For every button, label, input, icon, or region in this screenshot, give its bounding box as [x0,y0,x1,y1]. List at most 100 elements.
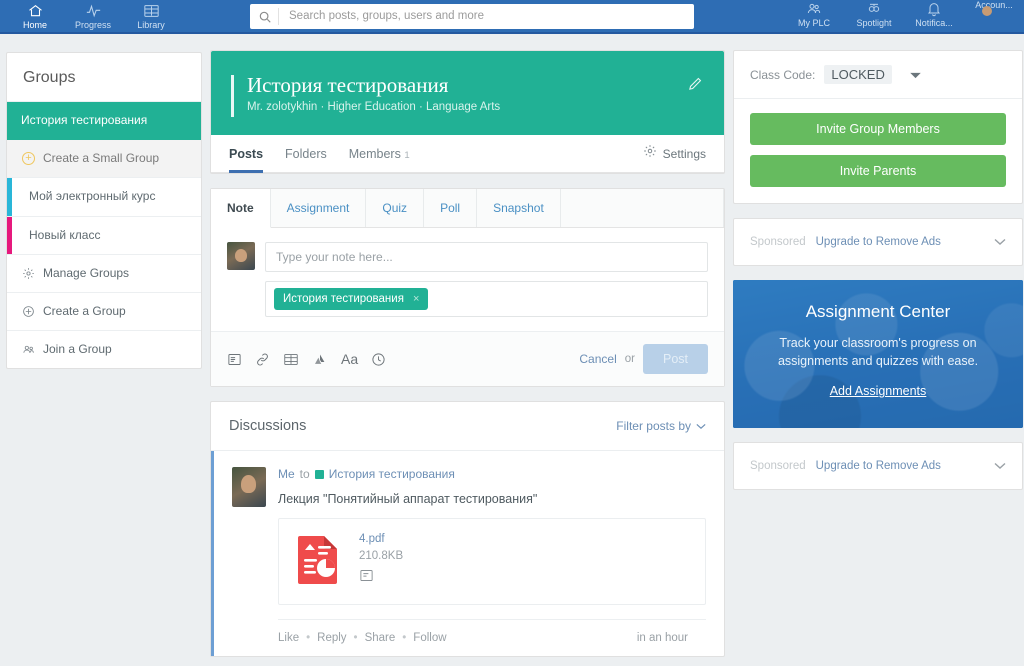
assignment-center-promo[interactable]: Assignment Center Track your classroom's… [733,280,1023,428]
schedule-clock-icon[interactable] [371,352,386,367]
plus-outline-icon [21,305,36,318]
right-sidebar: Class Code: LOCKED Invite Group Members … [733,50,1023,490]
sidebar-item-istoriya-testirovaniya[interactable]: История тестирования [7,102,201,141]
sponsored-banner-top: Sponsored Upgrade to Remove Ads [733,218,1023,266]
google-drive-icon[interactable] [312,352,328,367]
group-color-stripe-cyan [7,178,12,216]
chevron-down-icon [696,419,706,433]
discussions-title: Discussions [229,418,307,435]
composer-tab-filler [560,189,724,228]
nav-item-home[interactable]: Home [6,2,64,30]
sidebar-item-label: Create a Small Group [43,151,160,166]
composer-tab-snapshot[interactable]: Snapshot [477,189,561,228]
tab-posts[interactable]: Posts [229,135,264,173]
chevron-down-icon[interactable] [994,233,1006,251]
reply-button[interactable]: Reply [317,632,346,644]
composer-tab-assignment[interactable]: Assignment [270,189,367,228]
search-input[interactable] [278,8,686,25]
sidebar-item-moy-elektronnyy-kurs[interactable]: Мой электронный курс [7,178,201,217]
upgrade-remove-ads-link[interactable]: Upgrade to Remove Ads [816,460,941,472]
composer-tab-poll[interactable]: Poll [424,189,478,228]
close-icon[interactable]: × [413,293,419,305]
progress-icon [64,3,122,20]
group-tab-bar: Posts Folders Members 1 Settings [211,135,724,174]
group-tag-chip-label: История тестирования [283,293,404,306]
composer-tab-snapshot-label: Snapshot [493,201,544,216]
group-color-stripe-pink [7,216,12,254]
composer-tab-quiz[interactable]: Quiz [366,189,425,228]
add-assignments-link[interactable]: Add Assignments [830,384,927,398]
document-icon[interactable] [359,568,403,588]
invite-group-members-button[interactable]: Invite Group Members [750,113,1006,145]
avatar [227,242,255,271]
note-input[interactable] [265,242,708,273]
sidebar-item-label: Create a Group [43,303,126,318]
share-button[interactable]: Share [365,632,396,644]
settings-button[interactable]: Settings [643,135,706,173]
nav-item-notifications[interactable]: Notifica... [904,0,964,28]
tab-members-count: 1 [404,149,410,161]
class-code-value: LOCKED [824,65,892,84]
filter-posts-label: Filter posts by [616,419,691,434]
chevron-down-icon[interactable] [994,457,1006,475]
discussion-post: Me to История тестирования Лекция "Понят… [211,451,724,657]
group-header-banner: История тестирования Mr. zolotykhin · Hi… [211,51,724,136]
caret-down-icon[interactable] [910,66,921,84]
sidebar-item-create-a-group[interactable]: Create a Group [7,293,201,332]
composer-tab-note[interactable]: Note [211,189,271,229]
nav-item-spotlight[interactable]: Spotlight [844,0,904,28]
sidebar-item-join-a-group[interactable]: Join a Group [7,331,201,368]
pencil-icon[interactable] [687,75,704,97]
page-body: Groups История тестирования + Create a S… [0,36,1024,666]
post-actions: Like • Reply • Share • Follow in an hour [278,619,706,656]
promo-subtitle: Track your classroom's progress on assig… [777,336,979,369]
nav-item-my-plc[interactable]: My PLC [784,0,844,28]
nav-item-account-label: Accoun... [975,0,1013,10]
post-timestamp: in an hour [636,632,688,645]
text-format-icon[interactable]: Aa [341,352,358,366]
post-attachment[interactable]: 4.pdf 210.8KB [278,518,706,606]
pdf-file-icon [295,533,341,590]
search-bar[interactable] [250,4,694,29]
nav-item-library[interactable]: Library [122,2,180,30]
promo-title: Assignment Center [805,302,951,321]
group-subtitle: Mr. zolotykhin · Higher Education · Lang… [247,101,501,114]
follow-button[interactable]: Follow [413,632,446,644]
group-tag-chip[interactable]: История тестирования × [274,288,429,311]
group-color-square-icon [314,469,324,479]
attach-file-icon[interactable] [227,352,242,367]
class-code-card: Class Code: LOCKED Invite Group Members … [733,50,1023,204]
post-meta: Me to История тестирования [278,467,706,481]
post-author[interactable]: Me [278,467,295,481]
nav-item-progress[interactable]: Progress [64,2,122,30]
tab-members[interactable]: Members 1 [349,135,410,173]
tag-field[interactable]: История тестирования × [265,281,708,318]
like-button[interactable]: Like [278,632,299,644]
discussions-header: Discussions Filter posts by [211,402,724,452]
composer-tab-poll-label: Poll [440,201,461,216]
composer-tool-icons: Aa [227,352,386,367]
library-icon[interactable] [283,352,299,367]
sidebar-item-create-small-group[interactable]: + Create a Small Group [7,140,201,179]
nav-item-account[interactable]: Accoun... [964,0,1024,10]
sidebar-item-label: Мой электронный курс [29,189,156,204]
sponsored-banner-bottom: Sponsored Upgrade to Remove Ads [733,442,1023,490]
library-icon [122,3,180,20]
filter-posts-dropdown[interactable]: Filter posts by [616,419,706,433]
post-button[interactable]: Post [642,344,708,375]
cancel-button[interactable]: Cancel [579,352,616,366]
post-group-link[interactable]: История тестирования [329,467,455,481]
class-code-label: Class Code: [750,67,816,82]
attachment-file-name[interactable]: 4.pdf [359,533,403,545]
sidebar-item-manage-groups[interactable]: Manage Groups [7,255,201,293]
link-icon[interactable] [255,352,270,367]
tab-folders-label: Folders [285,146,327,161]
sidebar-item-label: Новый класс [29,227,101,242]
upgrade-remove-ads-link[interactable]: Upgrade to Remove Ads [816,236,941,248]
class-code-row: Class Code: LOCKED [734,51,1022,99]
tab-folders[interactable]: Folders [285,135,327,173]
invite-parents-button[interactable]: Invite Parents [750,155,1006,187]
sidebar-item-novyy-klass[interactable]: Новый класс [7,216,201,255]
sidebar-item-label: История тестирования [21,113,148,127]
action-separator: • [402,632,407,645]
